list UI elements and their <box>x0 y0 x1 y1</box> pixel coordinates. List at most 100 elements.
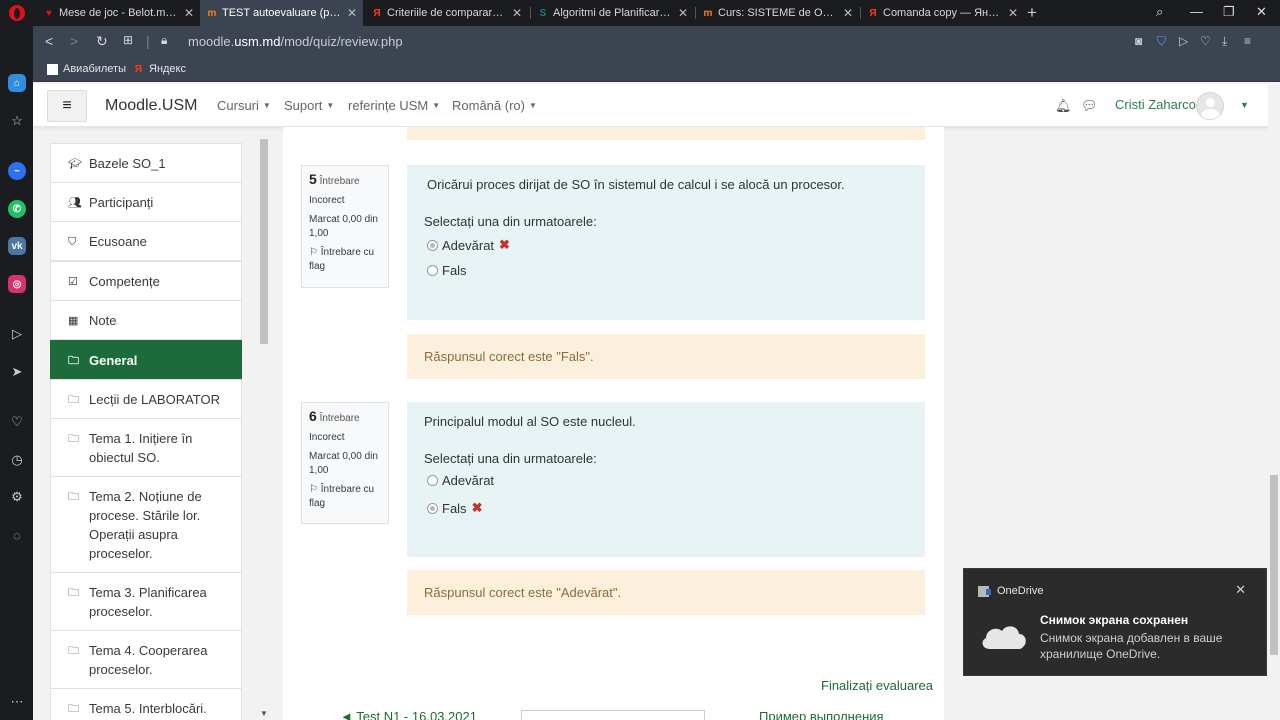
close-tab-icon[interactable]: ✕ <box>184 6 194 20</box>
avatar[interactable] <box>1196 92 1224 120</box>
menu-icon[interactable]: ≡ <box>1244 34 1251 48</box>
sidebar-item-grades[interactable]: ▦ Note <box>50 300 242 340</box>
heart-icon[interactable]: ♡ <box>7 412 27 432</box>
url-host: usm.md <box>234 34 281 49</box>
search-tabs-icon[interactable]: ⌕ <box>1156 4 1163 20</box>
bookmarks-bar: Авиабилеты Я Яндекс <box>33 58 1280 82</box>
lightbulb-icon[interactable]: ◌ <box>7 525 27 545</box>
tabs-grid-icon[interactable]: ⊞ <box>123 33 133 47</box>
close-tab-icon[interactable]: ✕ <box>843 6 853 20</box>
close-icon[interactable]: ✕ <box>1235 582 1246 598</box>
menu-language[interactable]: Română (ro) ▼ <box>452 98 537 113</box>
scrollbar-thumb[interactable] <box>260 139 268 344</box>
minimize-icon[interactable]: — <box>1190 4 1203 19</box>
sidebar-item-general[interactable]: 🗀 General <box>50 340 242 380</box>
course-nav-scrollbar[interactable]: ▼ <box>258 134 270 720</box>
restore-icon[interactable]: ❐ <box>1223 4 1235 20</box>
lock-icon: 🔒︎ <box>161 33 168 47</box>
flag-question[interactable]: ⚐ Întrebare cu flag <box>309 246 382 274</box>
player-icon[interactable]: ▷ <box>7 324 27 344</box>
previous-activity-link[interactable]: ◄ Test N1 - 16.03.2021 <box>340 709 477 720</box>
sidebar-item-badges[interactable]: ⛉ Ecusoane <box>50 221 242 261</box>
finish-review-link[interactable]: Finalizați evaluarea <box>821 678 933 693</box>
sidebar-item-competencies[interactable]: ☑ Competențe <box>50 261 242 301</box>
sidebar-item-tema-5[interactable]: 🗀 Tema 5. Interblocări. <box>50 688 242 720</box>
tab-2[interactable]: Я Criteriile de comparare ale ✕ <box>365 0 528 26</box>
shield-icon[interactable]: ⛉ <box>1157 34 1166 49</box>
close-tab-icon[interactable]: ✕ <box>678 6 688 20</box>
user-name[interactable]: Cristi Zaharco <box>1115 97 1196 112</box>
url-path: /mod/quiz/review.php <box>280 34 403 49</box>
flag-question[interactable]: ⚐ Întrebare cu flag <box>309 483 382 511</box>
star-icon[interactable]: ☆ <box>7 111 27 131</box>
radio-button[interactable] <box>427 265 438 276</box>
home-icon[interactable]: ⌂ <box>7 73 27 93</box>
menu-referinte[interactable]: referințe USM ▼ <box>348 98 440 113</box>
reload-icon[interactable]: ↻ <box>96 33 108 50</box>
page-scrollbar[interactable] <box>1268 82 1280 720</box>
close-tab-icon[interactable]: ✕ <box>1008 6 1018 20</box>
menu-cursuri[interactable]: Cursuri ▼ <box>217 98 271 113</box>
tab-5[interactable]: Я Comanda copy — Яндекс: ✕ <box>861 0 1024 26</box>
send-page-icon[interactable]: ▷ <box>1179 34 1188 48</box>
sidebar-item-tema-4[interactable]: 🗀 Tema 4. Cooperarea proceselor. <box>50 630 242 689</box>
camera-icon[interactable]: ◙ <box>1135 34 1142 48</box>
hamburger-icon[interactable]: ≡ <box>47 90 87 122</box>
url-field[interactable]: moodle.usm.md/mod/quiz/review.php <box>188 34 403 49</box>
bookmark-1[interactable]: Я Яндекс <box>133 63 186 75</box>
folder-icon: 🗀 <box>68 587 79 599</box>
onedrive-notification[interactable]: OneDrive ✕ Снимок экрана сохранен Снимок… <box>963 568 1267 676</box>
heart-icon[interactable]: ♡ <box>1200 34 1211 48</box>
sidebar-item-participants[interactable]: 👥︎ Participanți <box>50 182 242 222</box>
forward-icon[interactable]: > <box>70 33 78 49</box>
radio-button[interactable] <box>427 475 438 486</box>
close-tab-icon[interactable]: ✕ <box>512 6 522 20</box>
messenger-icon[interactable]: ~ <box>7 161 27 181</box>
sidebar-item-tema-2[interactable]: 🗀 Tema 2. Noțiune de procese. Stările lor… <box>50 476 242 573</box>
new-tab-icon[interactable]: + <box>1027 3 1037 23</box>
tab-0[interactable]: ♥ Mese de joc - Belot.md - Jo ✕ <box>37 0 200 26</box>
close-window-icon[interactable]: ✕ <box>1256 4 1267 20</box>
sidebar-item-tema-3[interactable]: 🗀 Tema 3. Planificarea proceselor. <box>50 572 242 631</box>
vk-icon[interactable]: vk <box>7 236 27 256</box>
answer-option[interactable]: Adevărat ✖ <box>427 237 510 253</box>
scrollbar-thumb[interactable] <box>1270 475 1278 655</box>
tab-3[interactable]: S Algoritmi de Planificare a P ✕ <box>531 0 694 26</box>
download-icon[interactable]: ⤓ <box>1222 34 1227 49</box>
caret-down-icon[interactable]: ▼ <box>1240 100 1249 110</box>
radio-button[interactable] <box>427 239 438 251</box>
answer-option[interactable]: Adevărat <box>427 473 494 488</box>
folder-icon: 🗀 <box>68 433 79 445</box>
answer-option[interactable]: Fals <box>427 263 467 278</box>
history-icon[interactable]: ◷ <box>7 450 27 470</box>
bookmark-0[interactable]: Авиабилеты <box>47 63 126 75</box>
site-brand[interactable]: Moodle.USM <box>105 97 197 115</box>
back-icon[interactable]: < <box>45 33 53 49</box>
instagram-icon[interactable]: ◎ <box>7 274 27 294</box>
chat-icon[interactable]: 💬︎ <box>1081 98 1098 114</box>
opera-logo-icon[interactable] <box>9 5 25 21</box>
sidebar-item-label: Participanți <box>89 195 154 210</box>
jump-to-select[interactable] <box>521 710 705 720</box>
close-tab-icon[interactable]: ✕ <box>347 6 357 20</box>
whatsapp-icon[interactable]: ✆ <box>7 199 27 219</box>
menu-suport[interactable]: Suport ▼ <box>284 98 334 113</box>
notification-message: Снимок экрана добавлен в ваше хранилище … <box>1040 631 1223 661</box>
question-label: Întrebare <box>319 176 360 187</box>
sidebar-item-tema-1[interactable]: 🗀 Tema 1. Inițiere în obiectul SO. <box>50 418 242 477</box>
more-icon[interactable]: ⋯ <box>7 692 27 712</box>
sidebar-item-course[interactable]: 🎓︎ Bazele SO_1 <box>50 143 242 183</box>
bell-icon[interactable]: 🔔︎ <box>1055 98 1072 114</box>
tab-title: Mese de joc - Belot.md - Jo <box>59 7 178 19</box>
tab-1[interactable]: m TEST autoevaluare (pentru ✕ <box>200 0 363 26</box>
settings-icon[interactable]: ⚙ <box>7 487 27 507</box>
tab-title: Criteriile de comparare ale <box>387 7 506 19</box>
scroll-down-icon[interactable]: ▼ <box>260 709 268 718</box>
address-bar-row: < > ↻ ⊞ | 🔒︎ moodle.usm.md/mod/quiz/revi… <box>33 26 1280 58</box>
radio-button[interactable] <box>427 502 438 514</box>
send-icon[interactable]: ➤ <box>7 362 27 382</box>
answer-option[interactable]: Fals ✖ <box>427 500 482 516</box>
tab-4[interactable]: m Curs: SISTEME de OPERARE ✕ <box>696 0 859 26</box>
next-activity-link[interactable]: Пример выполнения <box>759 709 884 720</box>
sidebar-item-laborator[interactable]: 🗀 Lecții de LABORATOR <box>50 379 242 419</box>
